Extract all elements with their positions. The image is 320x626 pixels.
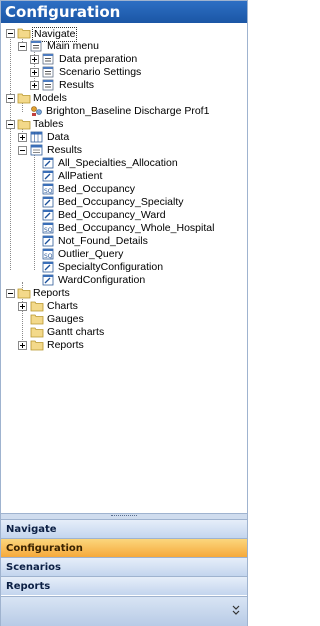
collapse-toggle[interactable]	[18, 146, 27, 155]
tree-node-gantt-charts[interactable]: Gantt charts	[1, 326, 247, 339]
tree-node-reports[interactable]: Reports	[1, 287, 247, 300]
tree-label: Bed_Occupancy_Whole_Hospital	[58, 222, 215, 234]
tree-node-result-item[interactable]: Not_Found_Details	[1, 235, 247, 248]
folder-icon	[17, 27, 31, 39]
nav-footer	[1, 596, 247, 626]
query-icon	[42, 274, 56, 286]
tree-label: SpecialtyConfiguration	[58, 261, 164, 273]
query-icon	[42, 157, 56, 169]
tree-label: All_Specialties_Allocation	[58, 157, 178, 169]
folder-icon	[30, 339, 44, 351]
folder-icon	[17, 118, 31, 130]
collapse-toggle[interactable]	[6, 29, 15, 38]
table-icon	[30, 131, 44, 143]
tree-label: Not_Found_Details	[58, 235, 148, 247]
menu-icon	[30, 40, 44, 52]
expand-toggle[interactable]	[30, 68, 39, 77]
tree-label: Data preparation	[59, 53, 138, 65]
expand-toggle[interactable]	[30, 55, 39, 64]
tree-label: Data	[47, 131, 70, 143]
tree-label: Outlier_Query	[58, 248, 124, 260]
tree-label: Gantt charts	[47, 326, 105, 338]
tree-label: Results	[47, 144, 83, 156]
folder-icon	[17, 287, 31, 299]
tree-node-gauges[interactable]: Gauges	[1, 313, 247, 326]
svg-text:SQ: SQ	[44, 188, 53, 195]
tree-label: Scenario Settings	[59, 66, 142, 78]
tree-node-charts[interactable]: Charts	[1, 300, 247, 313]
tree-node-result-item[interactable]: Bed_Occupancy_Specialty	[1, 196, 247, 209]
tree-node-reports-sub[interactable]: Reports	[1, 339, 247, 352]
tree-node-data-preparation[interactable]: Data preparation	[1, 53, 247, 66]
nav-button-configuration[interactable]: Configuration	[1, 538, 247, 557]
query-icon	[42, 261, 56, 273]
folder-icon	[30, 326, 44, 338]
tree-node-navigate[interactable]: Navigate	[1, 27, 247, 42]
tree-label: Results	[59, 79, 95, 91]
nav-button-reports[interactable]: Reports	[1, 576, 247, 595]
tree-node-results-menu[interactable]: Results	[1, 79, 247, 92]
chevron-down-icon[interactable]	[231, 604, 241, 621]
tree-label: Gauges	[47, 313, 84, 325]
configuration-panel: Configuration Navigate Main menu Data pr…	[0, 0, 248, 626]
folder-icon	[30, 300, 44, 312]
configuration-tree[interactable]: Navigate Main menu Data preparation Scen…	[1, 24, 247, 512]
tree-label: Brighton_Baseline Discharge Prof1	[46, 105, 210, 117]
tree-label: Charts	[47, 300, 78, 312]
menu-icon	[42, 79, 56, 91]
folder-icon	[30, 313, 44, 325]
query-icon: SQ	[42, 248, 56, 260]
tree-label: Reports	[47, 339, 84, 351]
folder-icon	[17, 92, 31, 104]
nav-button-navigate[interactable]: Navigate	[1, 519, 247, 538]
query-icon	[42, 196, 56, 208]
tree-label: Bed_Occupancy_Ward	[58, 209, 166, 221]
query-icon	[42, 209, 56, 221]
tree-label: AllPatient	[58, 170, 103, 182]
expand-toggle[interactable]	[30, 81, 39, 90]
expand-toggle[interactable]	[18, 133, 27, 142]
panel-title: Configuration	[1, 1, 247, 23]
tree-label: Main menu	[47, 40, 99, 52]
tree-node-scenario-settings[interactable]: Scenario Settings	[1, 66, 247, 79]
tree-node-result-item[interactable]: AllPatient	[1, 170, 247, 183]
query-icon	[30, 144, 44, 156]
query-icon	[42, 170, 56, 182]
tree-node-main-menu[interactable]: Main menu	[1, 40, 247, 53]
model-icon	[30, 105, 44, 117]
expand-toggle[interactable]	[18, 302, 27, 311]
menu-icon	[42, 53, 56, 65]
tree-node-result-item[interactable]: All_Specialties_Allocation	[1, 157, 247, 170]
collapse-toggle[interactable]	[6, 120, 15, 129]
tree-node-result-item[interactable]: SQ Bed_Occupancy	[1, 183, 247, 196]
tree-label: Models	[33, 92, 67, 104]
tree-label: Bed_Occupancy_Specialty	[58, 196, 184, 208]
tree-node-tables[interactable]: Tables	[1, 118, 247, 131]
tree-node-result-item[interactable]: SQ Bed_Occupancy_Whole_Hospital	[1, 222, 247, 235]
svg-text:SQ: SQ	[44, 227, 53, 234]
expand-toggle[interactable]	[18, 341, 27, 350]
tree-node-result-item[interactable]: Bed_Occupancy_Ward	[1, 209, 247, 222]
tree-node-model-item[interactable]: Brighton_Baseline Discharge Prof1	[1, 105, 247, 118]
tree-label: Bed_Occupancy	[58, 183, 136, 195]
collapse-toggle[interactable]	[6, 94, 15, 103]
tree-node-result-item[interactable]: WardConfiguration	[1, 274, 247, 287]
tree-node-result-item[interactable]: SpecialtyConfiguration	[1, 261, 247, 274]
tree-node-results[interactable]: Results	[1, 144, 247, 157]
tree-node-models[interactable]: Models	[1, 92, 247, 105]
query-icon: SQ	[42, 222, 56, 234]
tree-node-result-item[interactable]: SQ Outlier_Query	[1, 248, 247, 261]
query-icon	[42, 235, 56, 247]
collapse-toggle[interactable]	[6, 289, 15, 298]
tree-node-data[interactable]: Data	[1, 131, 247, 144]
nav-button-scenarios[interactable]: Scenarios	[1, 557, 247, 576]
query-icon: SQ	[42, 183, 56, 195]
collapse-toggle[interactable]	[18, 42, 27, 51]
splitter-grip[interactable]	[111, 515, 137, 518]
tree-label: Reports	[33, 287, 70, 299]
svg-text:SQ: SQ	[44, 253, 53, 260]
tree-label: Tables	[33, 118, 64, 130]
tree-label: WardConfiguration	[58, 274, 146, 286]
menu-icon	[42, 66, 56, 78]
